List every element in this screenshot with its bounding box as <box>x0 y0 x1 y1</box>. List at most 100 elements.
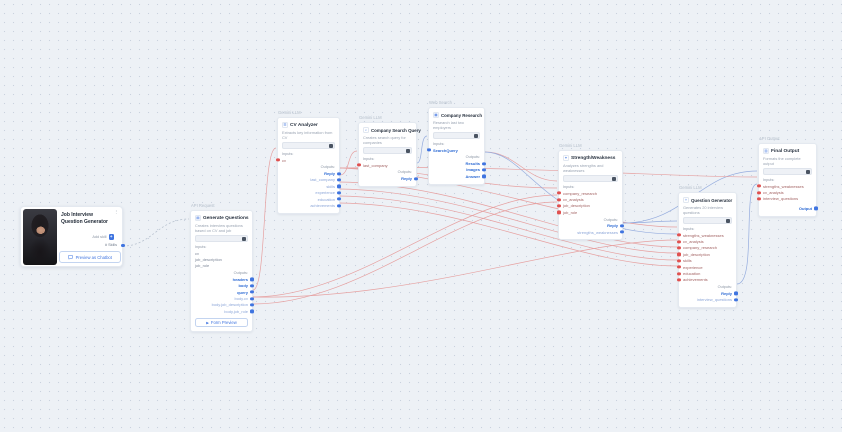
input-label: job_role <box>195 263 210 269</box>
model-select-icon <box>328 144 333 149</box>
output-label: body.job_description <box>211 302 248 308</box>
model-select[interactable] <box>195 235 248 242</box>
outputs-label: Outputs: <box>233 271 248 276</box>
node-category: API Request <box>191 203 215 208</box>
node-title: Company Search Query <box>371 127 421 133</box>
output-port[interactable] <box>337 191 341 195</box>
output-port[interactable] <box>250 284 254 288</box>
input-label: strengths_weaknesses <box>763 183 804 189</box>
play-icon: ▶ <box>206 320 209 325</box>
node-category: API Output <box>759 136 780 141</box>
input-port[interactable] <box>557 204 561 208</box>
input-port[interactable] <box>757 184 761 188</box>
input-label: company_research <box>683 245 718 251</box>
node-company-search-query[interactable]: Gemini LLM ⌕ Company Search Query Create… <box>357 115 421 187</box>
output-label: Reply <box>324 171 335 177</box>
input-port[interactable] <box>557 197 561 202</box>
model-select[interactable] <box>563 175 618 182</box>
output-port[interactable] <box>250 277 254 281</box>
output-label: headers <box>232 276 248 282</box>
model-select[interactable] <box>763 168 812 175</box>
input-label: cv_analysis <box>683 239 704 245</box>
input-port[interactable] <box>557 210 561 214</box>
input-label: cv <box>195 250 199 256</box>
input-port[interactable] <box>677 252 681 256</box>
input-port[interactable] <box>276 158 280 162</box>
output-label: last_company <box>310 177 335 183</box>
model-select[interactable] <box>282 142 335 149</box>
edge-lastcompany <box>339 150 358 176</box>
input-port[interactable] <box>677 265 681 269</box>
output-port[interactable] <box>337 171 341 176</box>
output-label: achievements <box>310 203 335 209</box>
input-port[interactable] <box>427 148 431 152</box>
flow-canvas[interactable]: Job Interview Question Generator ⋮ Add s… <box>0 0 842 432</box>
input-label: job_description <box>195 257 222 263</box>
chatbot-card[interactable]: Job Interview Question Generator ⋮ Add s… <box>20 206 125 267</box>
edge-education-to-qg <box>339 195 678 261</box>
form-preview-button[interactable]: ▶ Form Preview <box>195 318 248 328</box>
node-generate-questions[interactable]: API Request ▤ Generate Questions Creates… <box>190 203 254 333</box>
output-port[interactable] <box>337 184 341 188</box>
input-label: SearchQuery <box>433 147 458 153</box>
node-description: Analyzes strengths and weaknesses <box>563 162 604 173</box>
input-port[interactable] <box>557 191 561 195</box>
output-port[interactable] <box>814 206 818 210</box>
input-port[interactable] <box>677 246 681 250</box>
model-select[interactable] <box>363 147 412 154</box>
model-select-icon <box>725 219 730 224</box>
output-port[interactable] <box>250 309 254 313</box>
input-port[interactable] <box>757 197 761 201</box>
outputs-label: Outputs: <box>320 165 335 170</box>
inputs-label: Inputs: <box>433 142 445 146</box>
edge-experience-to-qg <box>339 188 678 254</box>
input-port[interactable] <box>677 233 681 237</box>
preview-chatbot-button[interactable]: Preview as Chatbot <box>59 251 121 263</box>
output-port[interactable] <box>734 291 738 295</box>
output-port[interactable] <box>414 176 418 181</box>
output-label: body <box>238 283 248 289</box>
output-label: Output <box>798 205 812 211</box>
add-skill-button[interactable]: + <box>108 234 114 240</box>
output-port[interactable] <box>482 168 486 172</box>
output-port[interactable] <box>482 161 486 166</box>
output-label: Images <box>466 167 480 173</box>
output-port[interactable] <box>734 298 738 302</box>
node-company-research[interactable]: Web Search ▦ Company Research Research l… <box>427 100 486 185</box>
kebab-menu-icon[interactable]: ⋮ <box>114 210 120 216</box>
output-port[interactable] <box>482 174 486 178</box>
input-port[interactable] <box>677 271 681 276</box>
output-port[interactable] <box>337 203 341 208</box>
input-port[interactable] <box>677 278 681 282</box>
output-label: interview_questions <box>696 297 732 303</box>
output-port[interactable] <box>620 230 624 234</box>
node-final-output[interactable]: API Output ▥ Final Output Formats the co… <box>757 136 818 217</box>
input-port[interactable] <box>677 239 681 244</box>
output-label: query <box>237 289 248 295</box>
edge-questions-to-final <box>736 183 758 285</box>
node-description: Research last two employers <box>433 119 464 130</box>
skills-output-port[interactable] <box>121 244 125 248</box>
input-label: education <box>683 271 701 277</box>
output-port[interactable] <box>250 296 254 301</box>
output-port[interactable] <box>337 178 341 182</box>
output-port[interactable] <box>337 197 341 201</box>
node-category: Gemini LLM <box>679 185 702 190</box>
input-label: achievements <box>683 277 708 283</box>
input-port[interactable] <box>677 259 681 263</box>
input-label: strengths_weaknesses <box>683 232 724 238</box>
input-port[interactable] <box>357 163 361 167</box>
output-port[interactable] <box>250 290 254 294</box>
inputs-label: Inputs: <box>683 227 695 231</box>
strength-weakness-icon: ✦ <box>563 155 569 161</box>
edge-achievements-to-qg <box>339 202 678 267</box>
output-port[interactable] <box>250 303 254 307</box>
model-select[interactable] <box>433 132 480 139</box>
model-select[interactable] <box>683 217 732 224</box>
input-port[interactable] <box>757 190 761 195</box>
output-port[interactable] <box>620 224 624 228</box>
output-label: skills <box>326 183 335 189</box>
node-cv-analyzer[interactable]: Gemini LLM ☰ CV Analyzer Extracts key in… <box>276 110 341 214</box>
node-strength-weakness[interactable]: Gemini LLM ✦ Strength/Weakness Analyzes … <box>557 143 624 241</box>
node-question-generator[interactable]: Gemini LLM ✧ Question Generator Generate… <box>677 185 738 308</box>
